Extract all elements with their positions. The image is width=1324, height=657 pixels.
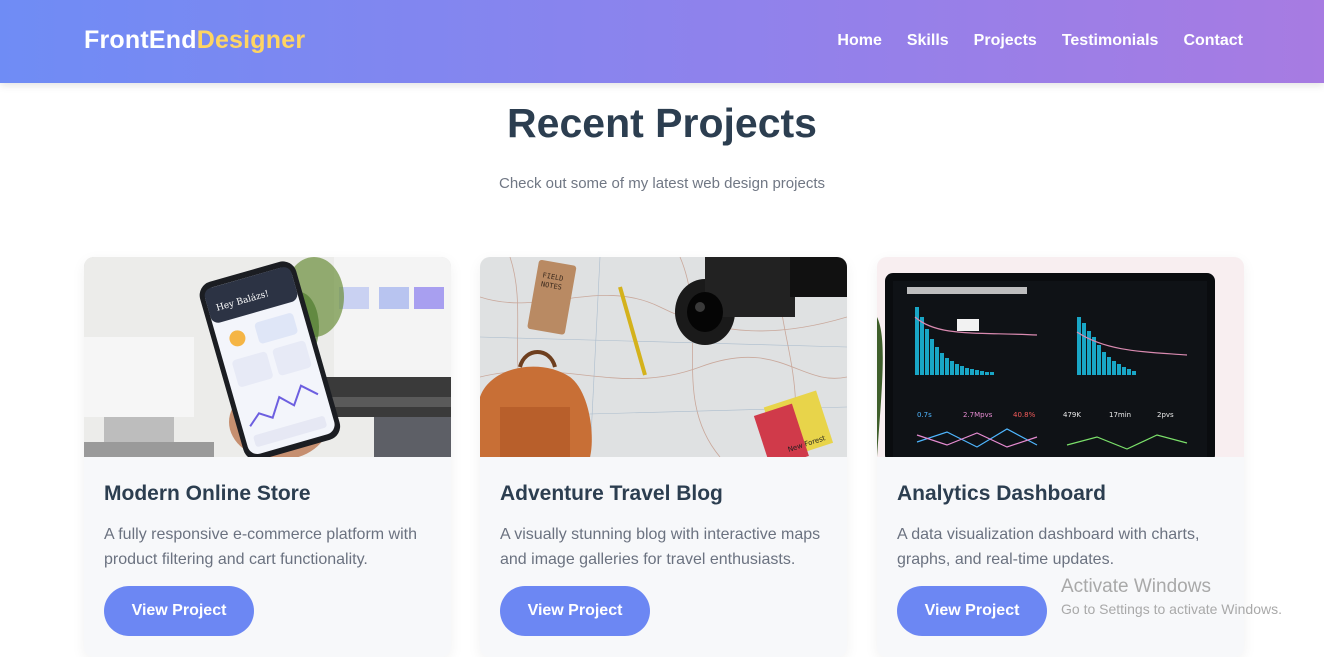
svg-text:0.7s: 0.7s bbox=[917, 411, 932, 419]
nav-link-contact[interactable]: Contact bbox=[1183, 32, 1243, 50]
nav-links: Home Skills Projects Testimonials Contac… bbox=[837, 32, 1243, 50]
navbar: FrontEndDesigner Home Skills Projects Te… bbox=[0, 0, 1324, 83]
site-logo[interactable]: FrontEndDesigner bbox=[84, 26, 305, 55]
dashboard-screen-image: 0.7s 2.7Mpvs 40.8% 479K 17min 2pvs bbox=[877, 257, 1244, 457]
logo-accent: Designer bbox=[196, 26, 306, 54]
activate-windows-watermark: Activate Windows Go to Settings to activ… bbox=[1061, 576, 1282, 617]
project-title: Analytics Dashboard bbox=[897, 482, 1106, 505]
nav-link-testimonials[interactable]: Testimonials bbox=[1062, 32, 1159, 50]
view-project-button[interactable]: View Project bbox=[897, 586, 1047, 636]
section-subtitle: Check out some of my latest web design p… bbox=[499, 175, 825, 192]
section-title: Recent Projects bbox=[507, 100, 817, 146]
project-description: A fully responsive e-commerce platform w… bbox=[104, 526, 417, 568]
svg-text:2pvs: 2pvs bbox=[1157, 411, 1174, 419]
project-title: Modern Online Store bbox=[104, 482, 311, 505]
svg-text:17min: 17min bbox=[1109, 411, 1131, 419]
svg-text:2.7Mpvs: 2.7Mpvs bbox=[963, 411, 993, 419]
nav-link-projects[interactable]: Projects bbox=[974, 32, 1037, 50]
project-card-travel-blog: FIELD NOTES New Forest Adventure Travel … bbox=[480, 257, 847, 657]
travel-map-image: FIELD NOTES New Forest bbox=[480, 257, 847, 457]
activate-windows-title: Activate Windows bbox=[1061, 576, 1211, 597]
view-project-button[interactable]: View Project bbox=[500, 586, 650, 636]
project-card-online-store: Hey Balázs! Modern Online Store A fully … bbox=[84, 257, 451, 657]
view-project-button[interactable]: View Project bbox=[104, 586, 254, 636]
activate-windows-subtitle: Go to Settings to activate Windows. bbox=[1061, 601, 1282, 617]
nav-link-skills[interactable]: Skills bbox=[907, 32, 949, 50]
logo-main: FrontEnd bbox=[84, 26, 197, 54]
project-description: A data visualization dashboard with char… bbox=[897, 526, 1200, 568]
nav-link-home[interactable]: Home bbox=[837, 32, 881, 50]
project-title: Adventure Travel Blog bbox=[500, 482, 723, 505]
phone-app-image: Hey Balázs! bbox=[84, 257, 451, 457]
svg-text:479K: 479K bbox=[1063, 411, 1081, 419]
project-description: A visually stunning blog with interactiv… bbox=[500, 526, 821, 568]
svg-text:40.8%: 40.8% bbox=[1013, 411, 1036, 419]
